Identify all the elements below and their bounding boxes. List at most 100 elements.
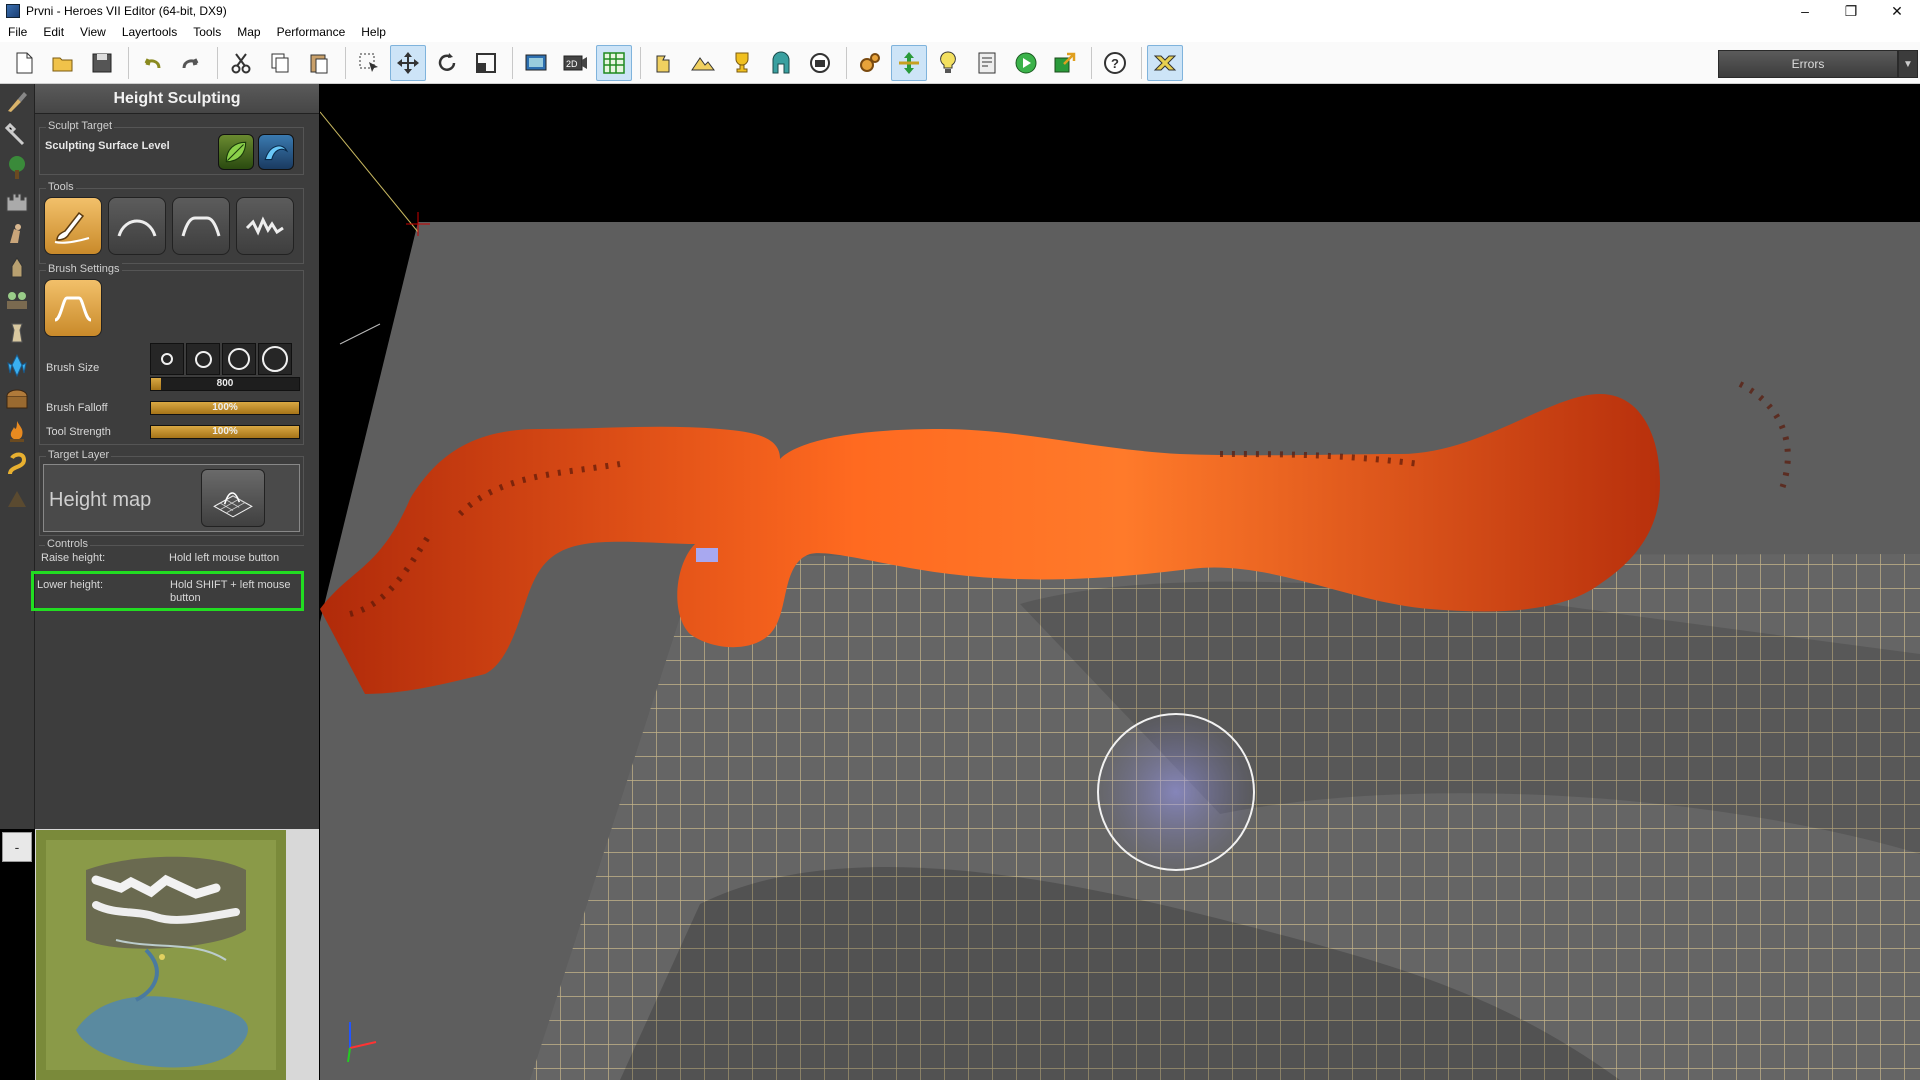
brush-cursor xyxy=(1097,713,1255,871)
vertex-marker[interactable] xyxy=(696,548,718,562)
brush-size-small-button[interactable] xyxy=(150,343,184,375)
lower-height-value-line1: Hold SHIFT + left mouse xyxy=(170,579,291,591)
camera-icon[interactable] xyxy=(802,45,838,81)
tree-category-icon[interactable] xyxy=(2,153,32,183)
export-icon[interactable] xyxy=(1047,45,1083,81)
open-folder-icon[interactable] xyxy=(45,45,81,81)
brush-falloff-label: Brush Falloff xyxy=(46,402,108,414)
3d-viewport[interactable] xyxy=(320,84,1920,1080)
paint-sculpt-tool-button[interactable] xyxy=(44,197,102,255)
castle-category-icon[interactable] xyxy=(2,186,32,216)
raise-height-label: Raise height: xyxy=(41,552,106,564)
title-bar: Prvni - Heroes VII Editor (64-bit, DX9) … xyxy=(0,0,1920,22)
errors-dropdown-icon[interactable]: ▼ xyxy=(1898,50,1918,78)
smooth-tool-button[interactable] xyxy=(108,197,166,255)
target-layer-group: Target Layer Height map xyxy=(39,449,304,536)
rotate-icon[interactable] xyxy=(429,45,465,81)
unit-category-icon[interactable] xyxy=(2,252,32,282)
svg-text:2D: 2D xyxy=(566,59,578,69)
fx-icon[interactable] xyxy=(1147,44,1183,81)
play-icon[interactable] xyxy=(1008,45,1044,81)
menu-view[interactable]: View xyxy=(72,25,114,39)
brush-falloff-slider[interactable]: 100% xyxy=(150,401,300,415)
brush-falloff-value: 100% xyxy=(212,402,238,413)
toolbar: 2D ? xyxy=(0,42,1920,84)
tools-label: Tools xyxy=(46,181,76,193)
menu-map[interactable]: Map xyxy=(229,25,268,39)
underground-level-button[interactable] xyxy=(258,134,294,170)
brush-shape-button[interactable] xyxy=(44,279,102,337)
surface-level-button[interactable] xyxy=(218,134,254,170)
raise-height-value: Hold left mouse button xyxy=(169,552,280,564)
redo-icon[interactable] xyxy=(173,45,209,81)
panel-title: Height Sculpting xyxy=(35,84,319,114)
paste-icon[interactable] xyxy=(301,45,337,81)
menu-edit[interactable]: Edit xyxy=(35,25,72,39)
minimize-button[interactable]: – xyxy=(1782,0,1828,22)
misc-category-icon[interactable] xyxy=(2,483,32,513)
move-icon[interactable] xyxy=(390,44,426,81)
sculpt-target-label: Sculpt Target xyxy=(46,120,115,132)
menu-performance[interactable]: Performance xyxy=(269,25,354,39)
light-icon[interactable] xyxy=(930,45,966,81)
sculpt-target-value: Sculpting Surface Level xyxy=(45,140,170,152)
trophy-icon[interactable] xyxy=(724,45,760,81)
terrain-icon[interactable] xyxy=(685,45,721,81)
height-map-label: Height map xyxy=(49,489,152,511)
sculpt-category-icon[interactable] xyxy=(2,120,32,150)
chest-category-icon[interactable] xyxy=(2,384,32,414)
place-object-icon[interactable] xyxy=(646,45,682,81)
tool-strength-slider[interactable]: 100% xyxy=(150,425,300,439)
paint-brush-icon xyxy=(54,211,90,244)
leaf-icon xyxy=(225,141,247,163)
flatten-curve-icon xyxy=(181,216,221,237)
menu-layertools[interactable]: Layertools xyxy=(114,25,185,39)
screenshot-icon[interactable] xyxy=(518,45,554,81)
brush-size-label: Brush Size xyxy=(46,362,100,374)
scale-icon[interactable] xyxy=(468,45,504,81)
fire-category-icon[interactable] xyxy=(2,417,32,447)
script-icon[interactable] xyxy=(969,45,1005,81)
help-icon[interactable]: ? xyxy=(1097,45,1133,81)
2d-view-icon[interactable]: 2D xyxy=(557,45,593,81)
settings-icon[interactable] xyxy=(852,45,888,81)
brush-falloff-curve-icon xyxy=(54,296,92,322)
gate-icon[interactable] xyxy=(763,45,799,81)
tool-strength-value: 100% xyxy=(212,426,238,437)
menu-help[interactable]: Help xyxy=(353,25,394,39)
lower-height-label: Lower height: xyxy=(37,579,104,591)
save-icon[interactable] xyxy=(84,45,120,81)
flatten-tool-button[interactable] xyxy=(172,197,230,255)
height-sculpting-panel: Height Sculpting Sculpt Target Sculpting… xyxy=(31,84,319,829)
menu-file[interactable]: File xyxy=(0,25,35,39)
brush-size-large-button[interactable] xyxy=(222,343,256,375)
restore-button[interactable]: ❐ xyxy=(1828,0,1874,22)
height-map-layer-button[interactable]: Height map xyxy=(43,464,300,532)
window-title: Prvni - Heroes VII Editor (64-bit, DX9) xyxy=(26,4,227,18)
grid-icon[interactable] xyxy=(596,44,632,81)
lower-height-highlight: Lower height: Hold SHIFT + left mouse bu… xyxy=(31,571,304,611)
artifact-category-icon[interactable] xyxy=(2,318,32,348)
crystal-category-icon[interactable] xyxy=(2,351,32,381)
select-icon[interactable] xyxy=(351,45,387,81)
brush-size-slider[interactable]: 800 xyxy=(150,377,300,391)
copy-icon[interactable] xyxy=(262,45,298,81)
cut-icon[interactable] xyxy=(223,45,259,81)
brush-size-medium-button[interactable] xyxy=(186,343,220,375)
minimap[interactable] xyxy=(36,830,286,1080)
height-map-icon xyxy=(201,469,265,527)
close-button[interactable]: ✕ xyxy=(1874,0,1920,22)
hero-category-icon[interactable] xyxy=(2,219,32,249)
height-tool-icon[interactable] xyxy=(891,44,927,81)
minimap-collapse-button[interactable]: - xyxy=(2,832,32,862)
undo-icon[interactable] xyxy=(134,45,170,81)
errors-button[interactable]: Errors xyxy=(1718,50,1898,78)
army-category-icon[interactable] xyxy=(2,285,32,315)
terrain-scene xyxy=(320,111,1920,1080)
brush-size-xlarge-button[interactable] xyxy=(258,343,292,375)
brush-category-icon[interactable] xyxy=(2,87,32,117)
noise-tool-button[interactable] xyxy=(236,197,294,255)
path-category-icon[interactable] xyxy=(2,450,32,480)
new-file-icon[interactable] xyxy=(6,45,42,81)
menu-tools[interactable]: Tools xyxy=(185,25,229,39)
